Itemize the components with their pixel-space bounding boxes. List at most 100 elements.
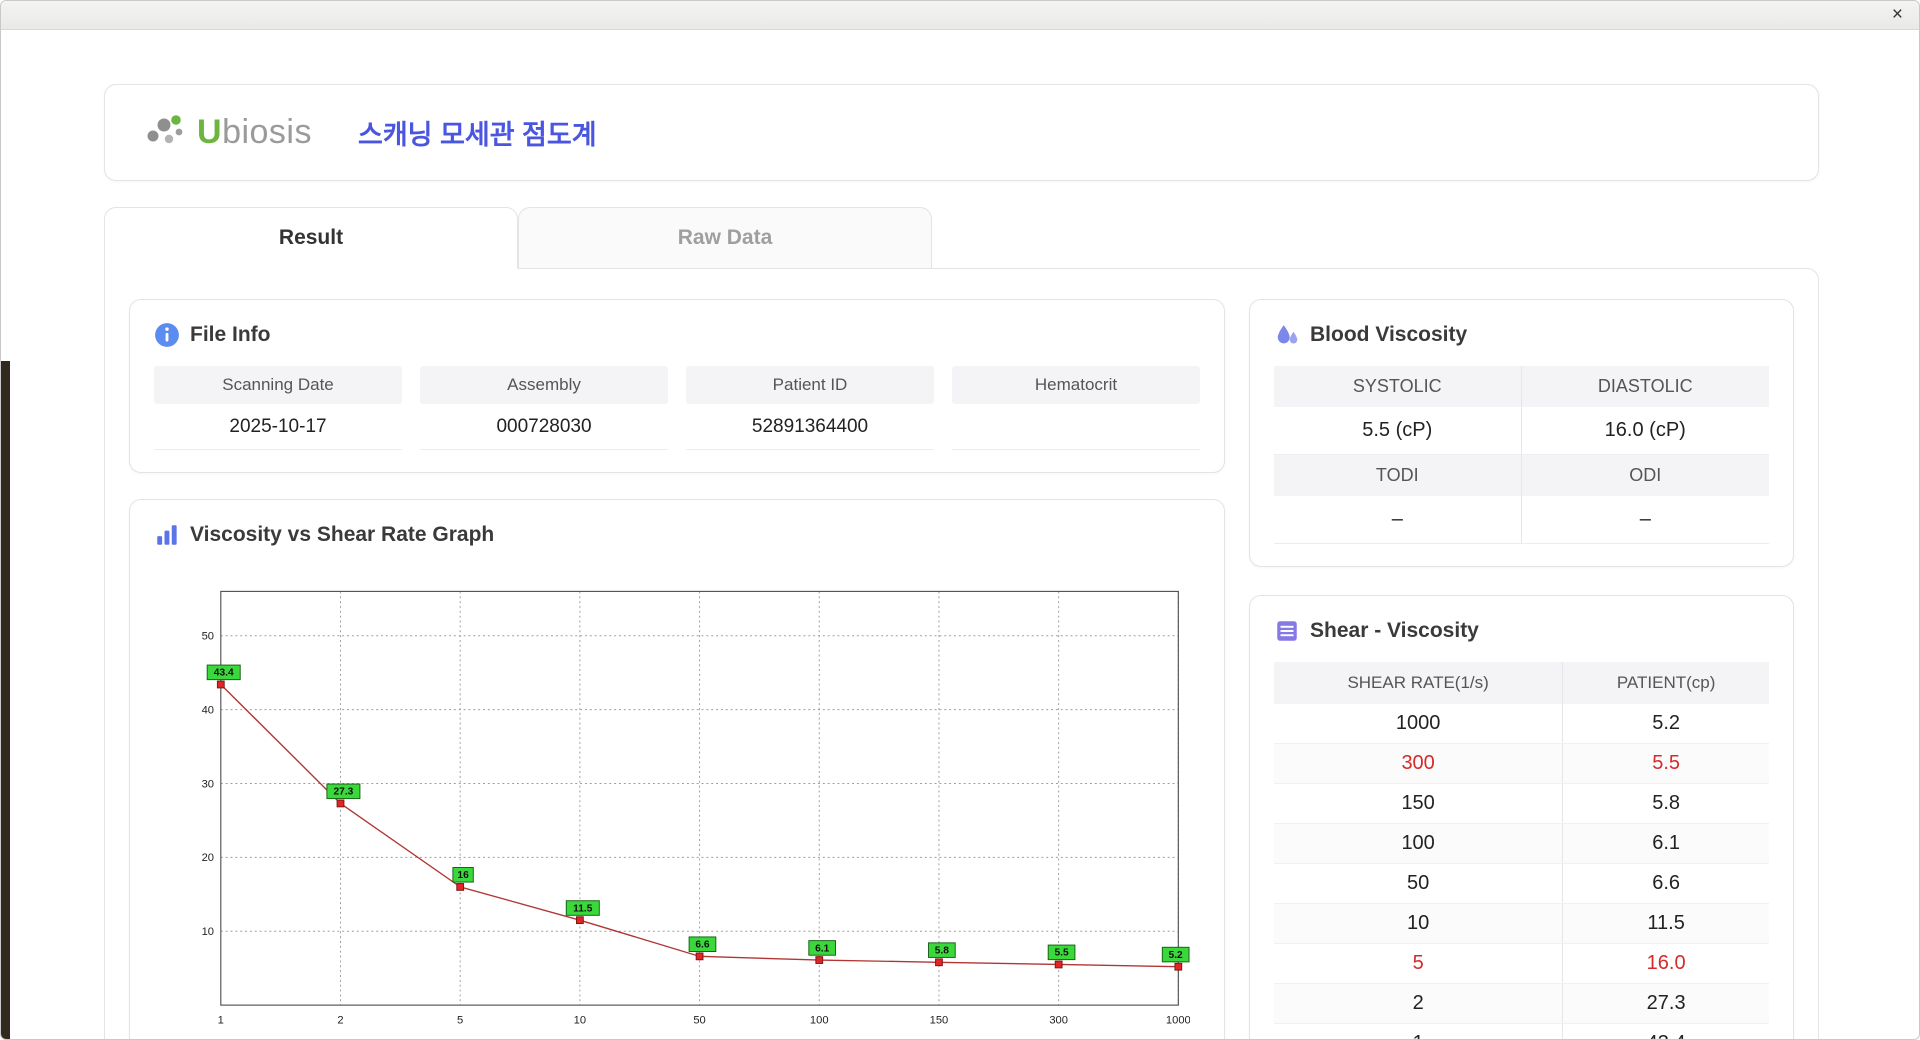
svg-text:5.8: 5.8 [935, 946, 949, 957]
blood-viscosity-title: Blood Viscosity [1310, 323, 1468, 346]
svg-text:10: 10 [574, 1015, 586, 1027]
file-info-fields: Scanning Date 2025-10-17 Assembly 000728… [154, 366, 1200, 450]
left-column: File Info Scanning Date 2025-10-17 Assem… [129, 299, 1225, 1039]
svg-text:6.6: 6.6 [695, 940, 709, 951]
patient-cell: 5.8 [1562, 783, 1769, 824]
svg-text:5.2: 5.2 [1169, 950, 1183, 961]
svg-text:10: 10 [202, 926, 214, 938]
file-info-card: File Info Scanning Date 2025-10-17 Assem… [129, 299, 1225, 473]
shear-rate-cell: 300 [1274, 743, 1564, 784]
shear-rate-cell: 5 [1274, 943, 1564, 984]
shear-rate-cell: 100 [1274, 823, 1564, 864]
viscosity-chart: 10 20 30 40 50 1 2 5 10 50 100 150 300 1000 43.4 27.3 16… [202, 590, 1190, 1027]
table-row: 143.4 [1274, 1023, 1769, 1039]
table-row: 300 5.5 [1274, 743, 1769, 784]
tab-result[interactable]: Result [104, 207, 518, 269]
svg-text:5.5: 5.5 [1054, 948, 1068, 959]
svg-text:100: 100 [810, 1015, 829, 1027]
shear-viscosity-table: SHEAR RATE(1/s) PATIENT(cp) 1000 5.2 300 5.… [1274, 662, 1769, 1039]
shear-rate-column-header: SHEAR RATE(1/s) [1274, 662, 1564, 704]
file-info-title: File Info [190, 323, 271, 346]
table-row: 150 5.8 [1274, 783, 1769, 824]
patient-cell: 6.1 [1562, 823, 1769, 864]
graph-header: Viscosity vs Shear Rate Graph [154, 522, 1200, 548]
diastolic-label: DIASTOLIC [1521, 366, 1769, 407]
shear-rate-cell: 1000 [1274, 704, 1564, 744]
svg-text:300: 300 [1049, 1015, 1068, 1027]
table-row: 5 16.0 [1274, 943, 1769, 984]
page-content: Ubiosis 스캐닝 모세관 점도계 Result Raw Data File… [1, 30, 1919, 1039]
field-label: Hematocrit [952, 366, 1200, 404]
field-value [952, 404, 1200, 450]
svg-text:30: 30 [202, 778, 214, 790]
shear-rate-cell: 150 [1274, 783, 1564, 824]
table-row: 10 11.5 [1274, 903, 1769, 944]
patient-cell: 27.3 [1562, 983, 1769, 1024]
right-column: Blood Viscosity SYSTOLIC DIASTOLIC 5.5 (… [1249, 299, 1794, 1039]
field-assembly: Assembly 000728030 [420, 366, 668, 450]
patient-cell: 16.0 [1562, 943, 1769, 984]
patient-cell: 11.5 [1562, 903, 1769, 944]
patient-cell: 5.2 [1562, 704, 1769, 744]
shear-table-body: 1000 5.2 300 5.5 150 5.8 100 6.1 50 6.6 10 11.5 5 16.… [1274, 704, 1769, 1039]
shear-rate-cell: 2 [1274, 983, 1564, 1024]
shear-viscosity-header: Shear - Viscosity [1274, 618, 1769, 644]
shear-rate-cell: 1 [1274, 1023, 1564, 1039]
tab-bar: Result Raw Data [104, 207, 1819, 269]
svg-text:1000: 1000 [1166, 1015, 1190, 1027]
svg-text:150: 150 [930, 1015, 949, 1027]
field-value: 52891364400 [686, 404, 934, 450]
blood-viscosity-grid: SYSTOLIC DIASTOLIC 5.5 (cP) 16.0 (cP) TO… [1274, 366, 1769, 544]
table-row: 50 6.6 [1274, 863, 1769, 904]
ubiosis-logo: Ubiosis [143, 112, 312, 154]
table-row: 100 6.1 [1274, 823, 1769, 864]
field-patient-id: Patient ID 52891364400 [686, 366, 934, 450]
background-desktop-edge [1, 361, 10, 1039]
patient-cell: 43.4 [1562, 1023, 1769, 1039]
bar-chart-icon [157, 525, 177, 545]
app-window: × Ubiosis 스캐닝 모세관 점도계 Result Raw Data Fi… [0, 0, 1920, 1040]
logo-leaf-icon [147, 114, 183, 143]
chart-container: 10 20 30 40 50 1 2 5 10 50 100 150 300 1000 43.4 27.3 16… [154, 566, 1200, 1038]
blood-viscosity-card: Blood Viscosity SYSTOLIC DIASTOLIC 5.5 (… [1249, 299, 1794, 567]
svg-text:20: 20 [202, 852, 214, 864]
svg-text:6.1: 6.1 [815, 943, 829, 954]
tab-raw-data[interactable]: Raw Data [518, 207, 932, 268]
odi-value: – [1521, 496, 1769, 544]
svg-text:1: 1 [218, 1015, 224, 1027]
shear-viscosity-card: Shear - Viscosity SHEAR RATE(1/s) PATIEN… [1249, 595, 1794, 1039]
todi-label: TODI [1274, 455, 1522, 496]
shear-rate-cell: 50 [1274, 863, 1564, 904]
svg-text:43.4: 43.4 [214, 668, 234, 679]
odi-label: ODI [1521, 455, 1769, 496]
graph-title: Viscosity vs Shear Rate Graph [190, 523, 495, 546]
svg-text:5: 5 [457, 1015, 463, 1027]
svg-text:2: 2 [337, 1015, 343, 1027]
field-value: 000728030 [420, 404, 668, 450]
field-value: 2025-10-17 [154, 404, 402, 450]
field-label: Assembly [420, 366, 668, 404]
systolic-label: SYSTOLIC [1274, 366, 1522, 407]
table-header-row: SHEAR RATE(1/s) PATIENT(cp) [1274, 662, 1769, 704]
app-header-card: Ubiosis 스캐닝 모세관 점도계 [104, 84, 1819, 181]
shear-rate-cell: 10 [1274, 903, 1564, 944]
diastolic-value: 16.0 (cP) [1521, 407, 1769, 455]
blood-drop-icon [1277, 325, 1298, 344]
field-label: Scanning Date [154, 366, 402, 404]
svg-text:16: 16 [457, 870, 469, 881]
field-label: Patient ID [686, 366, 934, 404]
window-close-button[interactable]: × [1892, 3, 1903, 27]
todi-value: – [1274, 496, 1522, 544]
svg-text:27.3: 27.3 [333, 787, 353, 798]
page-title: 스캐닝 모세관 점도계 [358, 120, 597, 150]
shear-viscosity-title: Shear - Viscosity [1310, 619, 1479, 642]
patient-cell: 5.5 [1562, 743, 1769, 784]
result-panel: File Info Scanning Date 2025-10-17 Assem… [104, 268, 1819, 1039]
svg-text:11.5: 11.5 [573, 903, 593, 914]
table-grid-icon [1277, 621, 1297, 641]
window-titlebar: × [1, 1, 1919, 30]
blood-viscosity-header: Blood Viscosity [1274, 322, 1769, 348]
svg-text:50: 50 [693, 1015, 705, 1027]
systolic-value: 5.5 (cP) [1274, 407, 1522, 455]
patient-column-header: PATIENT(cp) [1562, 662, 1769, 704]
